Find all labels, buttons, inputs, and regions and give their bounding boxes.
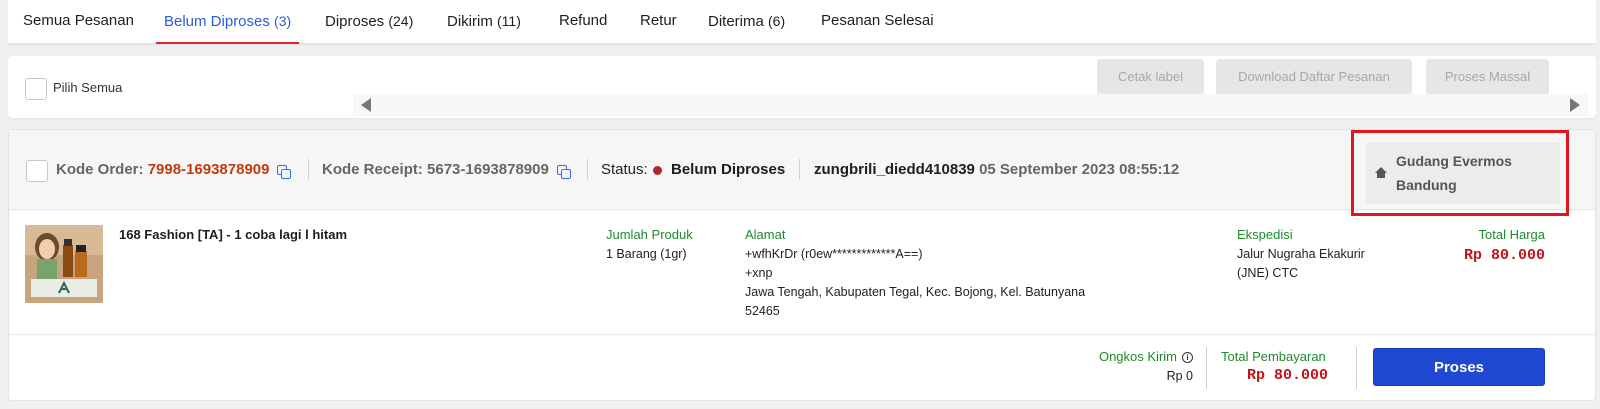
tab-diproses[interactable]: Diproses (24) <box>325 0 413 44</box>
product-name[interactable]: 168 Fashion [TA] - 1 coba lagi l hitam <box>119 227 347 242</box>
arrow-right-icon[interactable] <box>1570 98 1580 112</box>
proses-button[interactable]: Proses <box>1373 348 1545 386</box>
cetak-label-button[interactable]: Cetak label <box>1097 59 1204 95</box>
select-all-checkbox[interactable] <box>25 78 47 100</box>
divider <box>308 159 309 179</box>
tab-count: (3) <box>274 13 292 29</box>
total-harga-label: Total Harga <box>1478 227 1545 242</box>
alamat-line: 52465 <box>745 304 780 318</box>
tab-label: Dikirim <box>447 13 493 30</box>
tab-dikirim[interactable]: Dikirim (11) <box>447 0 521 44</box>
download-daftar-pesanan-button[interactable]: Download Daftar Pesanan <box>1216 59 1412 95</box>
kode-receipt: Kode Receipt: 5673-1693878909 <box>322 161 549 178</box>
warehouse-line1: Gudang Evermos <box>1396 153 1512 169</box>
kode-receipt-value: 5673-1693878909 <box>427 161 549 178</box>
copy-icon[interactable] <box>277 165 291 179</box>
total-harga-value: Rp 80.000 <box>1463 247 1545 264</box>
tab-count: (11) <box>497 13 521 29</box>
tab-refund[interactable]: Refund <box>559 0 607 44</box>
ongkos-kirim-text: Ongkos Kirim <box>1098 349 1177 364</box>
order-footer: Ongkos Kirim i Rp 0 Total Pembayaran Rp 8… <box>9 334 1595 400</box>
tab-label: Belum Diproses <box>164 13 270 30</box>
product-image <box>25 225 103 303</box>
tab-label: Refund <box>559 12 608 29</box>
buyer-username: zungbrili_diedd410839 <box>814 161 975 178</box>
ongkos-kirim-value: Rp 0 <box>1166 369 1193 383</box>
warehouse-name: Gudang Evermos Bandung <box>1396 149 1556 197</box>
tab-semua-pesanan[interactable]: Semua Pesanan <box>23 0 134 44</box>
order-date: 05 September 2023 08:55:12 <box>979 161 1180 178</box>
kode-order-value: 7998-1693878909 <box>147 161 270 178</box>
jumlah-produk-label: Jumlah Produk <box>606 227 693 242</box>
tab-label: Diterima <box>708 13 764 30</box>
alamat-line: +xnp <box>745 266 773 280</box>
order-card: Kode Order: 7998-1693878909 Kode Receipt… <box>8 129 1596 401</box>
kode-order-label: Kode Order: <box>56 161 144 178</box>
tab-retur[interactable]: Retur <box>640 0 677 44</box>
home-icon <box>1375 167 1387 179</box>
product-image-art <box>25 225 103 303</box>
info-icon[interactable]: i <box>1182 352 1193 363</box>
alamat-line: +wfhKrDr (r0ew*************A==) <box>745 247 923 261</box>
tab-label: Semua Pesanan <box>23 12 134 29</box>
tab-pesanan-selesai[interactable]: Pesanan Selesai <box>821 0 934 44</box>
buyer-info: zungbrili_diedd410839 05 September 2023 … <box>814 161 1179 178</box>
ekspedisi-label: Ekspedisi <box>1237 227 1293 242</box>
kode-order: Kode Order: 7998-1693878909 <box>56 161 269 178</box>
warehouse-badge: Gudang Evermos Bandung <box>1366 142 1560 204</box>
tab-label: Retur <box>640 12 677 29</box>
warehouse-line2: Bandung <box>1396 177 1457 193</box>
alamat-line: Jawa Tengah, Kabupaten Tegal, Kec. Bojon… <box>745 285 1086 299</box>
divider <box>799 159 800 179</box>
warehouse-highlight: Gudang Evermos Bandung <box>1351 130 1569 216</box>
status-dot-icon <box>653 166 662 175</box>
status-label: Status: <box>601 161 648 178</box>
proses-massal-button[interactable]: Proses Massal <box>1426 59 1549 95</box>
divider <box>587 159 588 179</box>
kode-receipt-label: Kode Receipt: <box>322 161 423 178</box>
order-status-tabs: Semua Pesanan Belum Diproses (3) Diprose… <box>8 0 1596 44</box>
order-checkbox[interactable] <box>26 160 48 182</box>
arrow-left-icon[interactable] <box>361 98 371 112</box>
divider <box>1206 347 1207 389</box>
tab-label: Diproses <box>325 13 385 30</box>
copy-icon[interactable] <box>557 165 571 179</box>
alamat-label: Alamat <box>745 227 786 242</box>
tab-count: (6) <box>768 13 786 29</box>
ekspedisi-line: (JNE) CTC <box>1237 266 1299 280</box>
tab-label: Pesanan Selesai <box>821 12 934 29</box>
total-pembayaran-label: Total Pembayaran <box>1221 349 1326 364</box>
ongkos-kirim-label: Ongkos Kirim i <box>1099 349 1193 364</box>
divider <box>1356 347 1357 389</box>
tab-count: (24) <box>388 13 414 29</box>
horizontal-scrollbar[interactable] <box>353 94 1588 116</box>
ekspedisi-line: Jalur Nugraha Ekakurir <box>1237 247 1365 261</box>
order-header: Kode Order: 7998-1693878909 Kode Receipt… <box>9 130 1595 216</box>
total-pembayaran-value: Rp 80.000 <box>1247 367 1329 384</box>
jumlah-produk-value: 1 Barang (1gr) <box>606 247 687 261</box>
tab-diterima[interactable]: Diterima (6) <box>708 0 785 44</box>
status-badge: Belum Diproses <box>671 161 786 178</box>
tab-belum-diproses[interactable]: Belum Diproses (3) <box>155 0 300 44</box>
bulk-action-toolbar: Pilih Semua Cetak label Download Daftar … <box>8 56 1596 118</box>
select-all-label: Pilih Semua <box>53 80 123 95</box>
